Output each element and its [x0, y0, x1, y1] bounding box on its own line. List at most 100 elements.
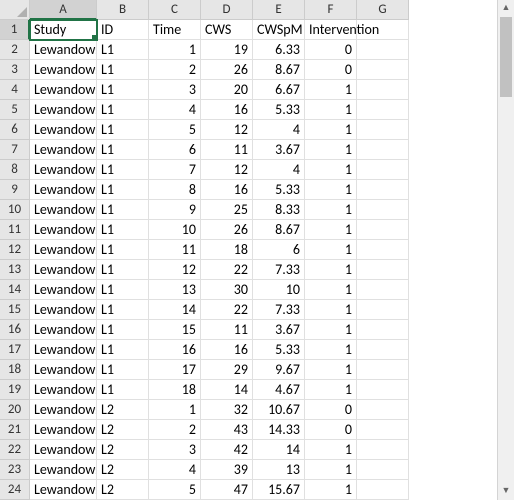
cell-E1[interactable]: CWSpM — [253, 20, 305, 40]
cell-B5[interactable]: L1 — [97, 100, 149, 120]
cell-C14[interactable]: 13 — [149, 280, 201, 300]
row-header-16[interactable]: 16 — [0, 320, 30, 340]
cell-D24[interactable]: 47 — [201, 480, 253, 500]
cell-A2[interactable]: Lewandowski — [30, 40, 97, 60]
cell-F20[interactable]: 0 — [305, 400, 357, 420]
scroll-track[interactable] — [498, 17, 514, 483]
cell-B12[interactable]: L1 — [97, 240, 149, 260]
cell-G22[interactable] — [357, 440, 409, 460]
column-header-F[interactable]: F — [305, 0, 357, 20]
cell-D1[interactable]: CWS — [201, 20, 253, 40]
cell-D5[interactable]: 16 — [201, 100, 253, 120]
cell-A3[interactable]: Lewandowski — [30, 60, 97, 80]
cell-A18[interactable]: Lewandowski — [30, 360, 97, 380]
cell-A16[interactable]: Lewandowski — [30, 320, 97, 340]
row-header-15[interactable]: 15 — [0, 300, 30, 320]
row-header-22[interactable]: 22 — [0, 440, 30, 460]
cell-A11[interactable]: Lewandowski — [30, 220, 97, 240]
cell-D17[interactable]: 16 — [201, 340, 253, 360]
cell-B16[interactable]: L1 — [97, 320, 149, 340]
cell-B23[interactable]: L2 — [97, 460, 149, 480]
cell-A8[interactable]: Lewandowski — [30, 160, 97, 180]
cell-A24[interactable]: Lewandowski — [30, 480, 97, 500]
cell-B19[interactable]: L1 — [97, 380, 149, 400]
cell-E11[interactable]: 8.67 — [253, 220, 305, 240]
cell-F7[interactable]: 1 — [305, 140, 357, 160]
row-header-9[interactable]: 9 — [0, 180, 30, 200]
cell-C19[interactable]: 18 — [149, 380, 201, 400]
cell-C16[interactable]: 15 — [149, 320, 201, 340]
cell-F16[interactable]: 1 — [305, 320, 357, 340]
cell-D14[interactable]: 30 — [201, 280, 253, 300]
cell-B15[interactable]: L1 — [97, 300, 149, 320]
cell-D20[interactable]: 32 — [201, 400, 253, 420]
column-header-D[interactable]: D — [201, 0, 253, 20]
cell-G6[interactable] — [357, 120, 409, 140]
cell-A17[interactable]: Lewandowski — [30, 340, 97, 360]
cell-C20[interactable]: 1 — [149, 400, 201, 420]
row-header-1[interactable]: 1 — [0, 20, 30, 40]
cell-B8[interactable]: L1 — [97, 160, 149, 180]
cell-G13[interactable] — [357, 260, 409, 280]
cell-F3[interactable]: 0 — [305, 60, 357, 80]
cell-G7[interactable] — [357, 140, 409, 160]
cell-C22[interactable]: 3 — [149, 440, 201, 460]
cell-B17[interactable]: L1 — [97, 340, 149, 360]
cell-G8[interactable] — [357, 160, 409, 180]
cell-C5[interactable]: 4 — [149, 100, 201, 120]
cell-G23[interactable] — [357, 460, 409, 480]
row-header-2[interactable]: 2 — [0, 40, 30, 60]
cell-E23[interactable]: 13 — [253, 460, 305, 480]
cell-E19[interactable]: 4.67 — [253, 380, 305, 400]
row-header-12[interactable]: 12 — [0, 240, 30, 260]
cell-D7[interactable]: 11 — [201, 140, 253, 160]
cell-B6[interactable]: L1 — [97, 120, 149, 140]
cell-E22[interactable]: 14 — [253, 440, 305, 460]
column-header-B[interactable]: B — [97, 0, 149, 20]
cell-C6[interactable]: 5 — [149, 120, 201, 140]
cell-G5[interactable] — [357, 100, 409, 120]
cell-F11[interactable]: 1 — [305, 220, 357, 240]
column-header-E[interactable]: E — [253, 0, 305, 20]
cell-E21[interactable]: 14.33 — [253, 420, 305, 440]
cell-A19[interactable]: Lewandowski — [30, 380, 97, 400]
cell-F2[interactable]: 0 — [305, 40, 357, 60]
cell-C10[interactable]: 9 — [149, 200, 201, 220]
cell-B3[interactable]: L1 — [97, 60, 149, 80]
row-header-11[interactable]: 11 — [0, 220, 30, 240]
cell-F5[interactable]: 1 — [305, 100, 357, 120]
cell-A22[interactable]: Lewandowski — [30, 440, 97, 460]
cell-E17[interactable]: 5.33 — [253, 340, 305, 360]
cell-D12[interactable]: 18 — [201, 240, 253, 260]
row-header-8[interactable]: 8 — [0, 160, 30, 180]
cell-B22[interactable]: L2 — [97, 440, 149, 460]
cell-G3[interactable] — [357, 60, 409, 80]
cell-C11[interactable]: 10 — [149, 220, 201, 240]
cell-B4[interactable]: L1 — [97, 80, 149, 100]
cell-A1[interactable]: Study — [30, 20, 97, 40]
cell-G19[interactable] — [357, 380, 409, 400]
cell-D18[interactable]: 29 — [201, 360, 253, 380]
cell-C17[interactable]: 16 — [149, 340, 201, 360]
cell-C1[interactable]: Time — [149, 20, 201, 40]
scroll-down-button[interactable]: ▼ — [498, 483, 514, 500]
row-header-17[interactable]: 17 — [0, 340, 30, 360]
cell-B11[interactable]: L1 — [97, 220, 149, 240]
cell-G17[interactable] — [357, 340, 409, 360]
cell-D8[interactable]: 12 — [201, 160, 253, 180]
cell-A23[interactable]: Lewandowski — [30, 460, 97, 480]
column-header-G[interactable]: G — [357, 0, 409, 20]
cell-B18[interactable]: L1 — [97, 360, 149, 380]
cell-G20[interactable] — [357, 400, 409, 420]
cell-E20[interactable]: 10.67 — [253, 400, 305, 420]
cell-A21[interactable]: Lewandowski — [30, 420, 97, 440]
cell-B14[interactable]: L1 — [97, 280, 149, 300]
cell-C24[interactable]: 5 — [149, 480, 201, 500]
cell-C8[interactable]: 7 — [149, 160, 201, 180]
cell-E6[interactable]: 4 — [253, 120, 305, 140]
cell-F14[interactable]: 1 — [305, 280, 357, 300]
cell-B21[interactable]: L2 — [97, 420, 149, 440]
cell-F10[interactable]: 1 — [305, 200, 357, 220]
cell-D10[interactable]: 25 — [201, 200, 253, 220]
cell-C2[interactable]: 1 — [149, 40, 201, 60]
